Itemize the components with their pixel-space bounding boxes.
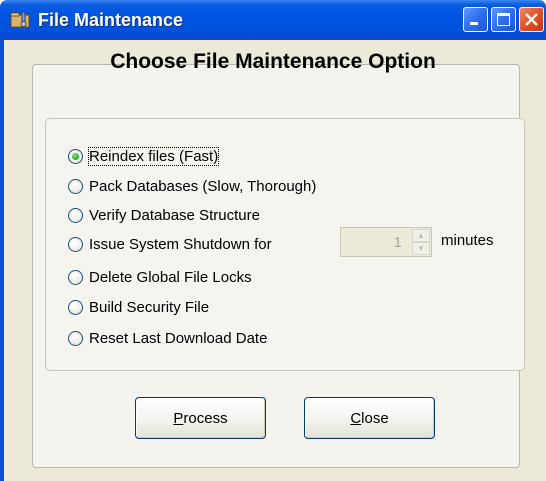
radio-delete-global-file-locks[interactable] <box>68 269 83 285</box>
folder-tools-icon <box>10 11 30 28</box>
dialog-heading: Choose File Maintenance Option <box>110 50 436 73</box>
maximize-icon <box>497 13 510 26</box>
chevron-up-icon: ▲ <box>417 230 425 240</box>
process-mnemonic: P <box>173 409 184 427</box>
radio-reset-last-download-date[interactable] <box>68 330 83 346</box>
close-button[interactable]: Close <box>304 397 435 439</box>
radio-reindex-files[interactable] <box>68 148 83 164</box>
spinner-up-button[interactable]: ▲ <box>412 229 430 242</box>
option-label: Reset Last Download Date <box>89 329 268 347</box>
shutdown-minutes-spinner[interactable]: 1 ▲ ▼ <box>340 227 432 257</box>
radio-pack-databases[interactable] <box>68 178 83 194</box>
minutes-label: minutes <box>441 232 494 249</box>
minimize-button[interactable] <box>463 7 488 32</box>
spinner-down-button[interactable]: ▼ <box>412 242 430 255</box>
process-label-rest: rocess <box>183 409 228 427</box>
option-pack-databases[interactable]: Pack Databases (Slow, Thorough) <box>68 175 316 197</box>
option-delete-global-file-locks[interactable]: Delete Global File Locks <box>68 266 252 288</box>
option-reindex-files[interactable]: Reindex files (Fast) <box>68 145 220 167</box>
radio-build-security-file[interactable] <box>68 299 83 315</box>
close-mnemonic: C <box>350 409 362 427</box>
close-icon <box>525 13 538 26</box>
close-button-label: Close <box>350 410 388 427</box>
option-build-security-file[interactable]: Build Security File <box>68 296 209 318</box>
chevron-down-icon: ▼ <box>417 243 425 253</box>
process-button[interactable]: Process <box>135 397 266 439</box>
shutdown-minutes-value: 1 <box>393 234 402 251</box>
spinner-buttons: ▲ ▼ <box>412 229 430 255</box>
option-label: Reindex files (Fast) <box>87 146 220 166</box>
maximize-button[interactable] <box>491 7 516 32</box>
title-bar[interactable]: File Maintenance <box>0 0 546 40</box>
option-label: Delete Global File Locks <box>89 268 252 286</box>
option-label: Verify Database Structure <box>89 206 260 224</box>
option-label: Pack Databases (Slow, Thorough) <box>89 177 317 195</box>
option-label: Build Security File <box>89 298 210 316</box>
close-window-button[interactable] <box>519 7 544 32</box>
window-title: File Maintenance <box>38 10 184 30</box>
option-verify-database-structure[interactable]: Verify Database Structure <box>68 204 260 226</box>
radio-verify-database-structure[interactable] <box>68 207 83 223</box>
option-issue-system-shutdown[interactable]: Issue System Shutdown for <box>68 233 272 255</box>
option-reset-last-download-date[interactable]: Reset Last Download Date <box>68 327 267 349</box>
option-label: Issue System Shutdown for <box>89 235 272 253</box>
file-maintenance-window: File Maintenance Choose File Maintenance… <box>0 0 546 481</box>
close-label-rest: lose <box>361 409 389 427</box>
minimize-icon <box>470 22 478 25</box>
radio-issue-system-shutdown[interactable] <box>68 236 83 252</box>
process-button-label: Process <box>173 410 227 427</box>
